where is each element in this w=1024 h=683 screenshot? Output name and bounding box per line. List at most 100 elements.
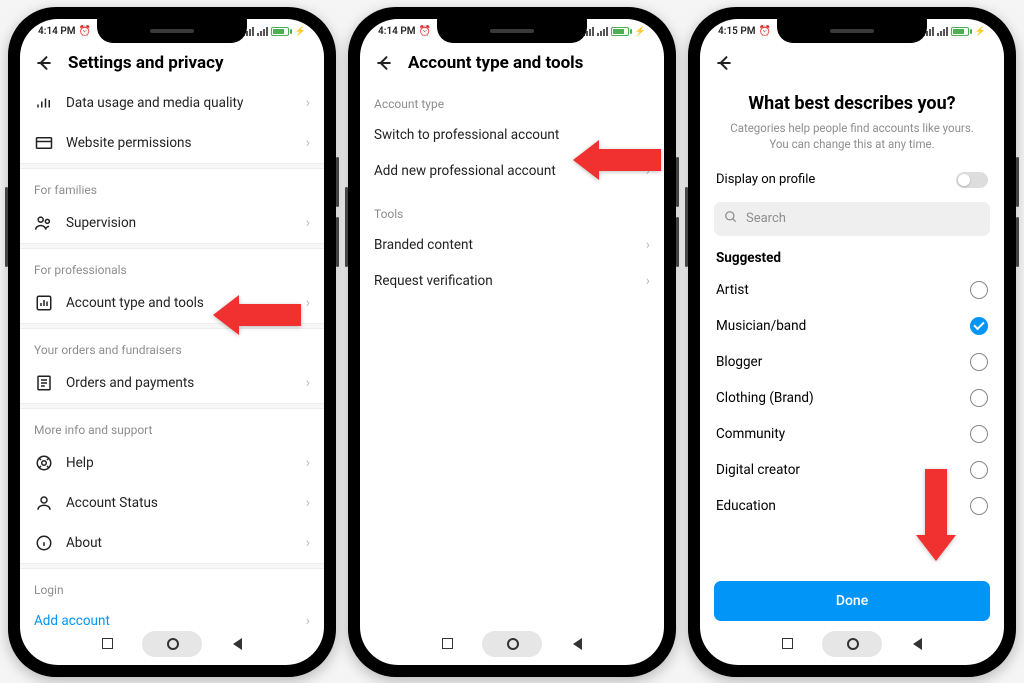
person-icon: [34, 493, 54, 513]
side-button: [345, 187, 348, 267]
menu-data-usage[interactable]: Data usage and media quality ›: [20, 83, 324, 123]
radio-unchecked-icon[interactable]: [970, 497, 988, 515]
nav-home-icon[interactable]: [847, 638, 859, 650]
section-families: For families: [20, 169, 324, 203]
side-button: [685, 187, 688, 267]
category-label: Clothing (Brand): [716, 390, 814, 406]
toggle-label: Display on profile: [716, 172, 815, 187]
category-label: Blogger: [716, 354, 762, 370]
section-tools: Tools: [360, 189, 664, 227]
menu-label: Orders and payments: [66, 375, 294, 391]
menu-label: Help: [66, 455, 294, 471]
category-item[interactable]: Clothing (Brand): [700, 380, 1004, 416]
browser-icon: [34, 133, 54, 153]
display-on-profile-toggle[interactable]: [956, 172, 988, 188]
back-button[interactable]: [374, 53, 394, 73]
side-button: [676, 217, 679, 267]
search-icon: [724, 210, 738, 228]
info-icon: [34, 533, 54, 553]
side-button: [676, 157, 679, 207]
nav-back-icon[interactable]: [573, 638, 582, 650]
chevron-right-icon: ›: [306, 135, 310, 151]
menu-help[interactable]: Help ›: [20, 443, 324, 483]
nav-recents-icon[interactable]: [102, 638, 113, 649]
page-title: Account type and tools: [408, 53, 583, 73]
battery-icon: [611, 27, 632, 36]
screen-subheading: Categories help people find accounts lik…: [722, 120, 982, 152]
chevron-right-icon: ›: [306, 613, 310, 627]
back-button[interactable]: [714, 53, 734, 73]
menu-account-status[interactable]: Account Status ›: [20, 483, 324, 523]
menu-label: Request verification: [374, 273, 646, 289]
search-input[interactable]: Search: [714, 202, 990, 236]
done-button[interactable]: Done: [714, 581, 990, 621]
menu-label: Website permissions: [66, 135, 294, 151]
battery-icon: [951, 27, 972, 36]
nav-home-icon[interactable]: [167, 638, 179, 650]
menu-supervision[interactable]: Supervision ›: [20, 203, 324, 243]
category-item[interactable]: Musician/band: [700, 308, 1004, 344]
chevron-right-icon: ›: [306, 535, 310, 551]
chart-box-icon: [34, 293, 54, 313]
android-nav-bar: [700, 627, 1004, 661]
category-item[interactable]: Blogger: [700, 344, 1004, 380]
nav-recents-icon[interactable]: [782, 638, 793, 649]
radio-unchecked-icon[interactable]: [970, 353, 988, 371]
title-block: What best describes you? Categories help…: [700, 73, 1004, 162]
charging-icon: ⚡: [975, 27, 986, 37]
nav-home-icon[interactable]: [507, 638, 519, 650]
category-item[interactable]: Community: [700, 416, 1004, 452]
category-label: Education: [716, 498, 776, 514]
menu-add-account[interactable]: Add account ›: [20, 603, 324, 627]
annotation-arrow: [573, 140, 661, 180]
app-header: Account type and tools: [360, 45, 664, 83]
side-button: [336, 217, 339, 267]
radio-unchecked-icon[interactable]: [970, 461, 988, 479]
radio-unchecked-icon[interactable]: [970, 389, 988, 407]
menu-label: Branded content: [374, 237, 646, 253]
side-button: [1016, 217, 1019, 267]
menu-branded-content[interactable]: Branded content ›: [360, 227, 664, 263]
radio-unchecked-icon[interactable]: [970, 281, 988, 299]
chevron-right-icon: ›: [306, 295, 310, 311]
radio-unchecked-icon[interactable]: [970, 425, 988, 443]
chevron-right-icon: ›: [306, 375, 310, 391]
android-nav-bar: [360, 627, 664, 661]
app-header: Settings and privacy: [20, 45, 324, 83]
phone-frame-2: 4:14 PM ⏰ ⚡ Account type and tools Accou…: [348, 7, 676, 677]
radio-checked-icon[interactable]: [970, 317, 988, 335]
status-time: 4:15 PM: [718, 26, 756, 37]
suggested-label: Suggested: [700, 240, 1004, 272]
nav-recents-icon[interactable]: [442, 638, 453, 649]
battery-icon: [271, 27, 292, 36]
menu-request-verification[interactable]: Request verification ›: [360, 263, 664, 299]
phone-frame-3: 4:15 PM ⏰ ⚡ What best describes you? Cat…: [688, 7, 1016, 677]
category-list: Artist Musician/band Blogger Clothing (Bran…: [700, 272, 1004, 524]
menu-label: Account Status: [66, 495, 294, 511]
section-login: Login: [20, 569, 324, 603]
charging-icon: ⚡: [295, 27, 306, 37]
category-label: Artist: [716, 282, 749, 298]
category-item[interactable]: Digital creator: [700, 452, 1004, 488]
menu-orders-payments[interactable]: Orders and payments ›: [20, 363, 324, 403]
receipt-icon: [34, 373, 54, 393]
nav-back-icon[interactable]: [913, 638, 922, 650]
chevron-right-icon: ›: [646, 237, 650, 253]
category-item[interactable]: Education: [700, 488, 1004, 524]
category-label: Musician/band: [716, 318, 806, 334]
chevron-right-icon: ›: [306, 95, 310, 111]
menu-website-permissions[interactable]: Website permissions ›: [20, 123, 324, 163]
chevron-right-icon: ›: [306, 495, 310, 511]
android-nav-bar: [20, 627, 324, 661]
annotation-arrow: [213, 295, 301, 335]
section-professionals: For professionals: [20, 249, 324, 283]
section-more-info: More info and support: [20, 409, 324, 443]
back-button[interactable]: [34, 53, 54, 73]
alarm-icon: ⏰: [79, 26, 91, 37]
menu-about[interactable]: About ›: [20, 523, 324, 563]
charging-icon: ⚡: [635, 27, 646, 37]
category-item[interactable]: Artist: [700, 272, 1004, 308]
chevron-right-icon: ›: [306, 455, 310, 471]
app-header: [700, 45, 1004, 73]
nav-back-icon[interactable]: [233, 638, 242, 650]
